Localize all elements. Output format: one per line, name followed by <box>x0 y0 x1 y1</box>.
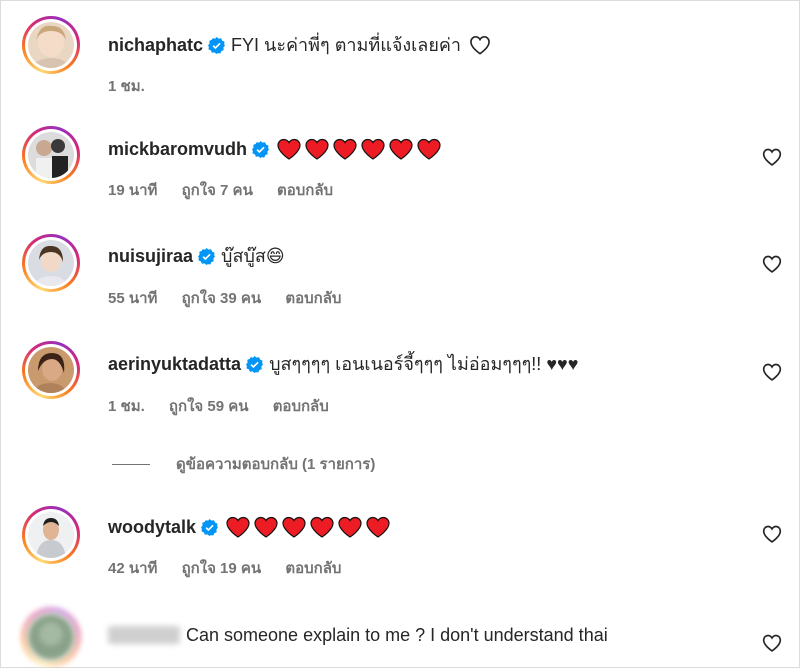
reply-button[interactable]: ตอบกลับ <box>277 182 333 199</box>
comment-text: บู๊สบู๊ส😄 <box>221 246 285 266</box>
verified-badge-icon <box>246 355 264 373</box>
avatar[interactable] <box>22 234 80 292</box>
like-count[interactable]: ถูกใจ 19 คน <box>182 560 262 577</box>
like-heart-icon[interactable] <box>762 147 782 167</box>
comment-time: 19 นาที <box>108 182 158 199</box>
verified-badge-icon <box>198 247 216 265</box>
red-heart-icon <box>417 138 441 160</box>
comment-time: 42 นาที <box>108 560 158 577</box>
comment-time: 1 ชม. <box>108 78 145 95</box>
comment-text: Can someone explain to me ? I don't unde… <box>186 625 608 645</box>
avatar[interactable] <box>22 16 80 74</box>
avatar[interactable] <box>22 126 80 184</box>
verified-badge-icon <box>201 518 219 536</box>
comment-time: 1 ชม. <box>108 398 145 415</box>
red-heart-icon <box>282 516 306 538</box>
avatar[interactable] <box>22 608 80 666</box>
username[interactable]: mickbaromvudh <box>108 137 247 161</box>
blurred-username[interactable] <box>108 626 180 644</box>
username[interactable]: woodytalk <box>108 515 196 539</box>
red-heart-icon <box>361 138 385 160</box>
username[interactable]: aerinyuktadatta <box>108 352 241 376</box>
red-heart-icon <box>226 516 250 538</box>
reply-button[interactable]: ตอบกลับ <box>285 290 341 307</box>
like-count[interactable]: ถูกใจ 39 คน <box>182 290 262 307</box>
like-heart-icon[interactable] <box>762 254 782 274</box>
like-heart-icon[interactable] <box>762 524 782 544</box>
red-heart-icon <box>338 516 362 538</box>
red-heart-icon <box>254 516 278 538</box>
red-heart-icon <box>366 516 390 538</box>
red-heart-icon <box>305 138 329 160</box>
view-replies-button[interactable]: ดูข้อความตอบกลับ (1 รายการ) <box>112 452 375 476</box>
heart-outline-icon <box>470 35 490 55</box>
red-heart-icon <box>310 516 334 538</box>
red-heart-icon <box>333 138 357 160</box>
username[interactable]: nuisujiraa <box>108 244 193 268</box>
verified-badge-icon <box>208 36 226 54</box>
like-heart-icon[interactable] <box>762 633 782 653</box>
like-heart-icon[interactable] <box>762 362 782 382</box>
reply-button[interactable]: ตอบกลับ <box>273 398 329 415</box>
like-count[interactable]: ถูกใจ 59 คน <box>169 398 249 415</box>
avatar[interactable] <box>22 506 80 564</box>
divider <box>112 463 150 465</box>
heart-emojis <box>277 138 441 160</box>
red-heart-icon <box>277 138 301 160</box>
comment-time: 55 นาที <box>108 290 158 307</box>
view-replies-label: ดูข้อความตอบกลับ (1 รายการ) <box>176 456 376 473</box>
avatar[interactable] <box>22 341 80 399</box>
red-heart-icon <box>389 138 413 160</box>
reply-button[interactable]: ตอบกลับ <box>285 560 341 577</box>
verified-badge-icon <box>252 140 270 158</box>
like-count[interactable]: ถูกใจ 7 คน <box>182 182 253 199</box>
comment-text: บูสๆๆๆๆ เอนเนอร์จี้ๆๆๆ ไม่อ่อมๆๆๆ!! ♥♥♥ <box>269 354 579 374</box>
heart-emojis <box>226 516 390 538</box>
username[interactable]: nichaphatc <box>108 33 203 57</box>
comment-text: FYI นะค่าพี่ๆ ตามที่แจ้งเลยค่า <box>231 35 462 55</box>
